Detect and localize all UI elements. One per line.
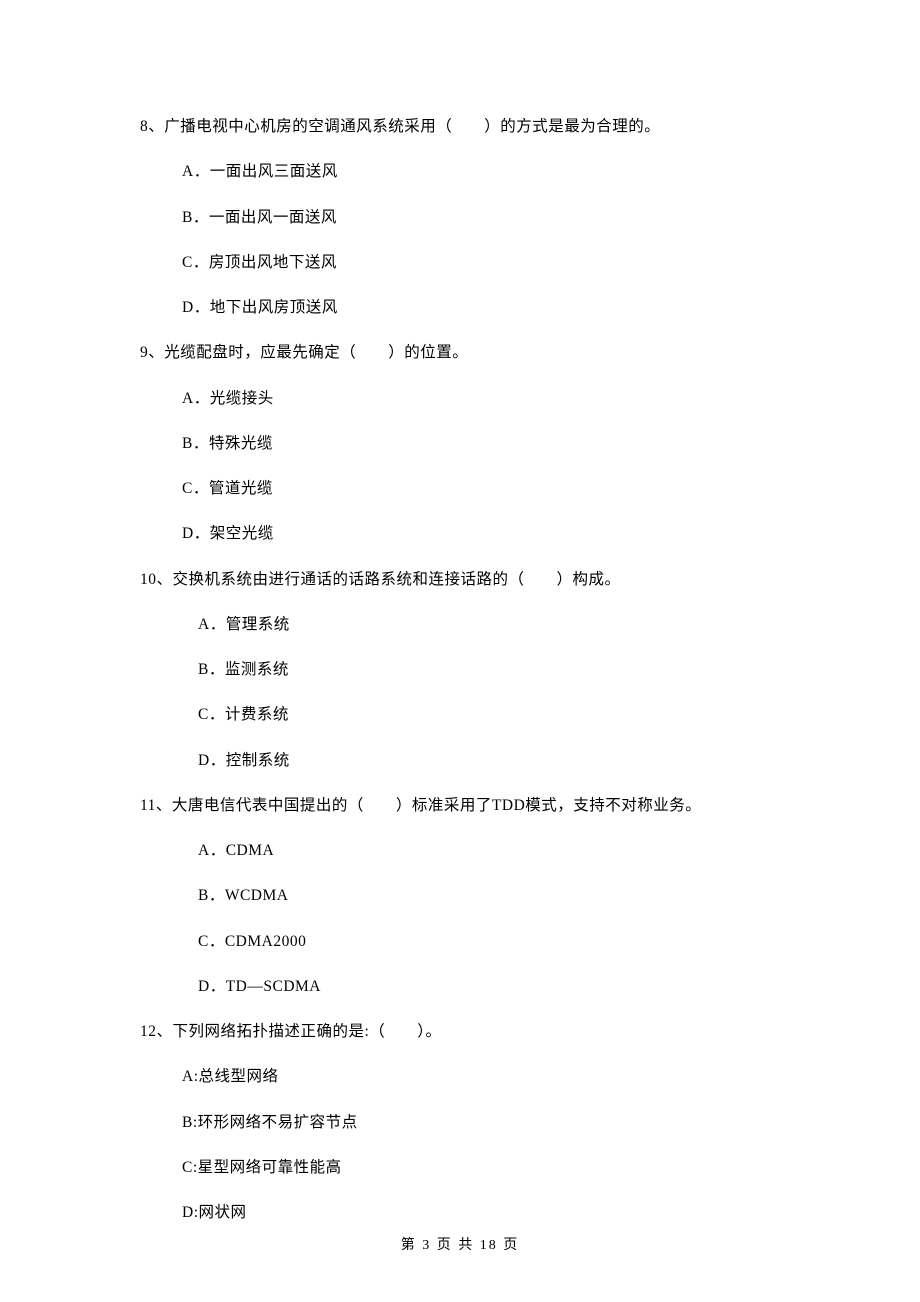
option-a: A．光缆接头: [182, 387, 780, 410]
question-text: 11、大唐电信代表中国提出的（ ）标准采用了TDD模式，支持不对称业务。: [140, 794, 780, 817]
question-8: 8、广播电视中心机房的空调通风系统采用（ ）的方式是最为合理的。 A．一面出风三…: [140, 115, 780, 319]
option-b: B．一面出风一面送风: [182, 206, 780, 229]
option-d: D．控制系统: [198, 749, 780, 772]
question-12: 12、下列网络拓扑描述正确的是:（ ）。 A:总线型网络 B:环形网络不易扩容节…: [140, 1020, 780, 1224]
question-options: A．一面出风三面送风 B．一面出风一面送风 C．房顶出风地下送风 D．地下出风房…: [140, 160, 780, 319]
question-11: 11、大唐电信代表中国提出的（ ）标准采用了TDD模式，支持不对称业务。 A．C…: [140, 794, 780, 998]
question-options: A．CDMA B．WCDMA C．CDMA2000 D．TD—SCDMA: [140, 839, 780, 998]
option-d: D．TD—SCDMA: [198, 975, 780, 998]
question-options: A:总线型网络 B:环形网络不易扩容节点 C:星型网络可靠性能高 D:网状网: [140, 1065, 780, 1224]
option-b: B．WCDMA: [198, 884, 780, 907]
option-d: D．架空光缆: [182, 522, 780, 545]
option-c: C．CDMA2000: [198, 930, 780, 953]
option-d: D:网状网: [182, 1201, 780, 1224]
option-c: C．计费系统: [198, 703, 780, 726]
page-content: 8、广播电视中心机房的空调通风系统采用（ ）的方式是最为合理的。 A．一面出风三…: [0, 0, 920, 1224]
question-10: 10、交换机系统由进行通话的话路系统和连接话路的（ ）构成。 A．管理系统 B．…: [140, 568, 780, 772]
option-a: A:总线型网络: [182, 1065, 780, 1088]
option-b: B．特殊光缆: [182, 432, 780, 455]
question-text: 8、广播电视中心机房的空调通风系统采用（ ）的方式是最为合理的。: [140, 115, 780, 138]
option-c: C:星型网络可靠性能高: [182, 1156, 780, 1179]
page-footer: 第 3 页 共 18 页: [0, 1234, 920, 1254]
option-a: A．一面出风三面送风: [182, 160, 780, 183]
option-a: A．管理系统: [198, 613, 780, 636]
question-text: 12、下列网络拓扑描述正确的是:（ ）。: [140, 1020, 780, 1043]
option-b: B:环形网络不易扩容节点: [182, 1111, 780, 1134]
question-9: 9、光缆配盘时，应最先确定（ ）的位置。 A．光缆接头 B．特殊光缆 C．管道光…: [140, 341, 780, 545]
option-a: A．CDMA: [198, 839, 780, 862]
option-c: C．管道光缆: [182, 477, 780, 500]
question-text: 10、交换机系统由进行通话的话路系统和连接话路的（ ）构成。: [140, 568, 780, 591]
option-c: C．房顶出风地下送风: [182, 251, 780, 274]
question-text: 9、光缆配盘时，应最先确定（ ）的位置。: [140, 341, 780, 364]
option-b: B．监测系统: [198, 658, 780, 681]
option-d: D．地下出风房顶送风: [182, 296, 780, 319]
question-options: A．管理系统 B．监测系统 C．计费系统 D．控制系统: [140, 613, 780, 772]
question-options: A．光缆接头 B．特殊光缆 C．管道光缆 D．架空光缆: [140, 387, 780, 546]
